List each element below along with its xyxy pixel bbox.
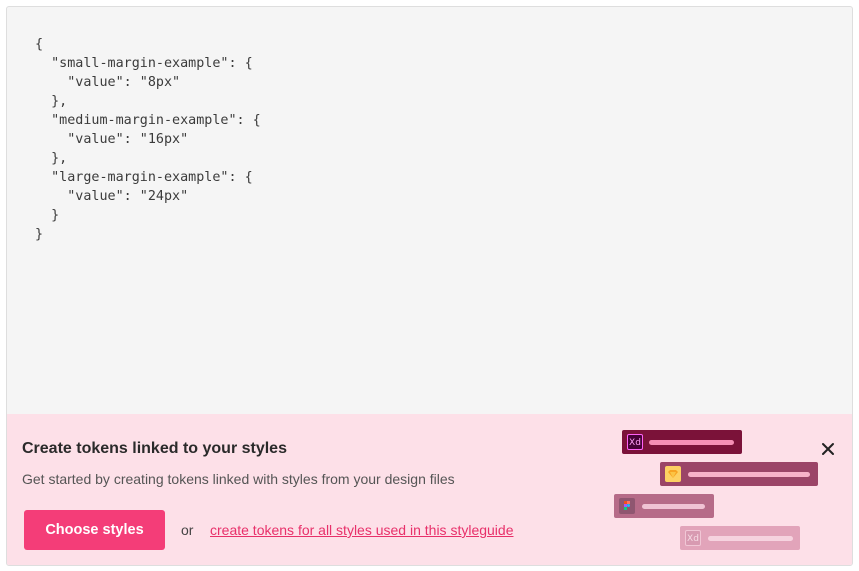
token-illustration-figma [614, 494, 714, 518]
choose-styles-button[interactable]: Choose styles [24, 510, 165, 550]
token-illustration-xd-faded: Xd [680, 526, 800, 550]
adobe-xd-icon: Xd [627, 434, 643, 450]
create-all-tokens-link[interactable]: create tokens for all styles used in thi… [210, 522, 514, 538]
token-bar [688, 472, 810, 477]
json-code-block: { "small-margin-example": { "value": "8p… [35, 37, 261, 242]
or-label: or [181, 522, 194, 538]
adobe-xd-icon: Xd [685, 530, 701, 546]
close-icon [822, 443, 834, 455]
banner-description: Get started by creating tokens linked wi… [22, 471, 455, 487]
token-bar [649, 440, 734, 445]
banner-title: Create tokens linked to your styles [22, 440, 287, 457]
code-panel: { "small-margin-example": { "value": "8p… [6, 6, 853, 566]
token-illustration-sketch [660, 462, 818, 486]
token-illustration-xd: Xd [622, 430, 742, 454]
token-bar [708, 536, 793, 541]
tokens-banner: Create tokens linked to your styles Get … [7, 414, 852, 565]
token-bar [642, 504, 705, 509]
figma-icon [619, 498, 635, 514]
close-banner-button[interactable] [817, 438, 839, 460]
sketch-icon [665, 466, 681, 482]
